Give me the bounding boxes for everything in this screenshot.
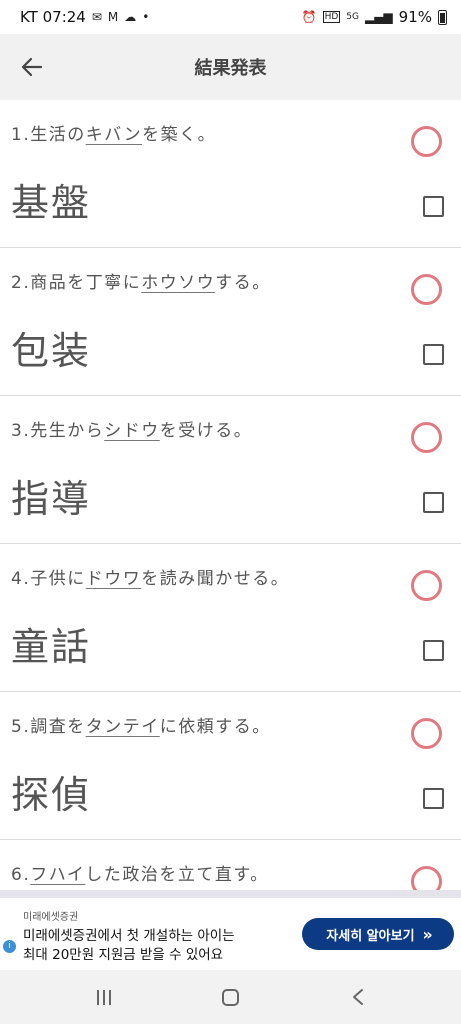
ad-banner[interactable]: 미래에셋증권 i 미래에셋증권에서 첫 개설하는 아이는 최대 20만원 지원금… [0,890,461,970]
list-item: 5.調査をタンテイに依頼する。 探偵 [0,692,461,840]
back-icon [352,989,363,1005]
answer-kanji: 包装 [11,329,92,373]
status-right: ⏰ HD 5G ▂▄▆ 91% [302,8,447,26]
system-nav-bar [0,970,461,1024]
battery-icon [438,9,447,25]
cloud-icon: ☁ [124,10,137,24]
double-chevron-right-icon: ›› [422,924,433,944]
list-item: 6.フハイした政治を立て直す。 [0,840,461,890]
carrier-time: KT 07:24 [20,8,86,26]
page-title: 結果発表 [194,58,267,79]
correct-circle-icon [411,274,442,305]
home-button[interactable] [201,970,261,1024]
ad-text-line1: 미래에셋증권에서 첫 개설하는 아이는 [23,928,235,944]
item-checkbox[interactable] [423,788,444,809]
katakana-underlined: キバン [85,125,143,145]
question-text: 2.商品を丁寧にホウソウする。 [11,273,271,293]
ad-cta-button[interactable]: 자세히 알아보기 ›› [302,918,454,950]
katakana-underlined: ホウソウ [141,273,216,293]
recent-apps-button[interactable] [74,970,134,1024]
question-text: 3.先生からシドウを受ける。 [11,421,253,441]
home-icon [222,988,239,1006]
katakana-underlined: シドウ [104,421,160,441]
5g-icon: 5G [346,12,359,22]
dot-icon: • [142,10,150,24]
katakana-underlined: フハイ [30,865,86,885]
katakana-underlined: ドウワ [85,569,142,589]
ad-text-line2: 최대 20만원 지원금 받을 수 있어요 [23,947,224,963]
recent-apps-icon [96,989,111,1005]
question-text: 5.調査をタンテイに依頼する。 [11,717,271,737]
ad-content: 미래에셋증권 i 미래에셋증권에서 첫 개설하는 아이는 최대 20만원 지원금… [0,898,461,970]
back-button[interactable] [0,34,64,100]
status-left: KT 07:24 ✉ M ☁ • [20,8,149,26]
hd-icon: HD [322,11,341,23]
item-checkbox[interactable] [423,492,444,513]
answer-kanji: 基盤 [11,181,92,225]
item-checkbox[interactable] [423,196,444,217]
signal-icon: ▂▄▆ [364,10,393,24]
katakana-underlined: タンテイ [85,717,160,737]
system-back-button[interactable] [328,970,388,1024]
answer-kanji: 指導 [11,477,92,521]
list-item: 1.生活のキバンを築く。 基盤 [0,100,461,248]
question-text: 1.生活のキバンを築く。 [11,125,217,145]
arrow-left-icon [21,57,43,77]
result-list[interactable]: 1.生活のキバンを築く。 基盤 2.商品を丁寧にホウソウする。 包装 3.先生か… [0,100,461,890]
list-item: 3.先生からシドウを受ける。 指導 [0,396,461,544]
question-text: 6.フハイした政治を立て直す。 [11,865,269,885]
info-icon[interactable]: i [3,940,16,953]
answer-kanji: 探偵 [11,773,92,817]
app-header: 結果発表 [0,34,461,100]
correct-circle-icon [411,866,442,890]
alarm-icon: ⏰ [301,10,317,24]
item-checkbox[interactable] [423,344,444,365]
mail-icon: ✉ [91,10,102,24]
question-text: 4.子供にドウワを読み聞かせる。 [11,569,290,589]
list-item: 2.商品を丁寧にホウソウする。 包装 [0,248,461,396]
ad-cta-label: 자세히 알아보기 [326,928,415,944]
battery-percent: 91% [398,8,432,26]
gmail-icon: M [107,10,119,24]
answer-kanji: 童話 [11,625,92,669]
status-bar: KT 07:24 ✉ M ☁ • ⏰ HD 5G ▂▄▆ 91% [0,0,461,34]
ad-sponsor: 미래에셋증권 [23,912,79,923]
correct-circle-icon [411,718,442,749]
correct-circle-icon [411,422,442,453]
correct-circle-icon [411,126,442,157]
correct-circle-icon [411,570,442,601]
item-checkbox[interactable] [423,640,444,661]
list-item: 4.子供にドウワを読み聞かせる。 童話 [0,544,461,692]
